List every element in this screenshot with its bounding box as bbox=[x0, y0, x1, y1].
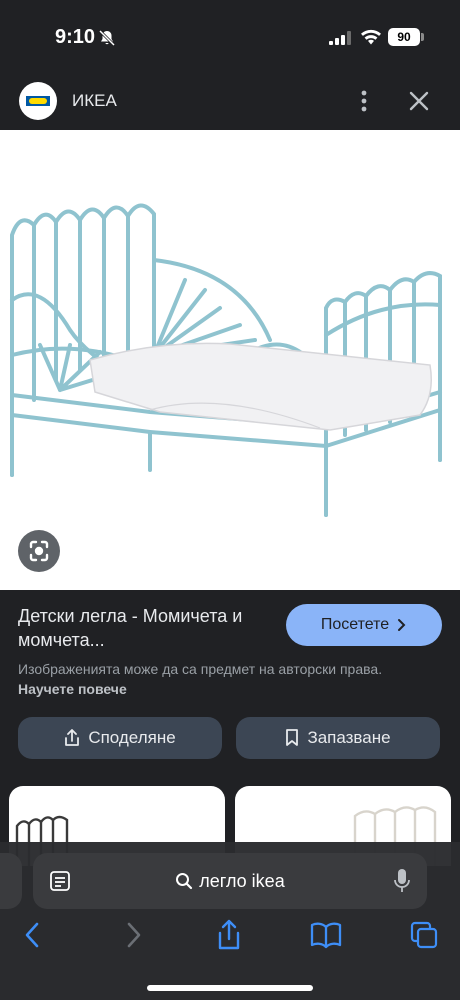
save-button[interactable]: Запазване bbox=[236, 717, 440, 759]
save-label: Запазване bbox=[307, 728, 391, 747]
lens-button[interactable] bbox=[18, 530, 60, 572]
bookmarks-button[interactable] bbox=[310, 918, 342, 952]
result-image[interactable] bbox=[0, 130, 460, 590]
browser-toolbar: легло ikea bbox=[0, 842, 460, 1000]
back-button[interactable] bbox=[17, 918, 49, 952]
search-icon bbox=[176, 873, 193, 890]
copyright-text: Изображенията може да са предмет на авто… bbox=[18, 661, 383, 677]
share-icon bbox=[65, 729, 80, 746]
address-bar[interactable]: легло ikea bbox=[33, 853, 427, 909]
home-indicator[interactable] bbox=[147, 985, 313, 991]
bed-illustration bbox=[10, 203, 442, 517]
lens-icon bbox=[29, 540, 49, 562]
share-sheet-button[interactable] bbox=[213, 918, 245, 952]
share-sheet-icon bbox=[218, 919, 240, 950]
address-text[interactable]: легло ikea bbox=[33, 853, 427, 909]
visit-label: Посетете bbox=[320, 616, 390, 633]
tabs-icon bbox=[410, 921, 438, 949]
mic-icon[interactable] bbox=[393, 867, 411, 895]
share-button[interactable]: Споделяне bbox=[18, 717, 222, 759]
visit-button[interactable]: Посетете bbox=[286, 604, 442, 646]
copyright-notice: Изображенията може да са предмет на авто… bbox=[18, 659, 438, 699]
signal-icon bbox=[329, 31, 351, 45]
bookmarks-icon bbox=[310, 922, 342, 949]
forward-button[interactable] bbox=[117, 918, 149, 952]
learn-more-link[interactable]: Научете повече bbox=[18, 681, 127, 697]
site-header: ИКЕА bbox=[0, 72, 460, 130]
share-label: Споделяне bbox=[88, 728, 176, 747]
bell-off-icon bbox=[98, 29, 116, 47]
battery-indicator: 90 bbox=[388, 28, 420, 46]
site-name[interactable]: ИКЕА bbox=[72, 91, 117, 111]
bookmark-icon bbox=[286, 729, 299, 746]
close-icon[interactable] bbox=[405, 87, 433, 115]
back-icon bbox=[25, 922, 39, 948]
battery-tip bbox=[421, 33, 424, 41]
forward-icon bbox=[127, 922, 141, 948]
site-logo[interactable] bbox=[19, 82, 57, 120]
address-query: легло ikea bbox=[199, 870, 285, 891]
result-title[interactable]: Детски легла - Момичета и момчета... bbox=[18, 604, 280, 652]
previous-tab-peek[interactable] bbox=[0, 853, 22, 909]
tabs-button[interactable] bbox=[408, 918, 440, 952]
status-time: 9:10 bbox=[55, 26, 96, 48]
chevron-right-icon bbox=[398, 619, 406, 631]
more-vert-icon[interactable] bbox=[352, 86, 376, 116]
ikea-logo-icon bbox=[26, 96, 50, 106]
status-bar: 9:10 90 bbox=[0, 0, 460, 72]
wifi-icon bbox=[361, 29, 381, 45]
